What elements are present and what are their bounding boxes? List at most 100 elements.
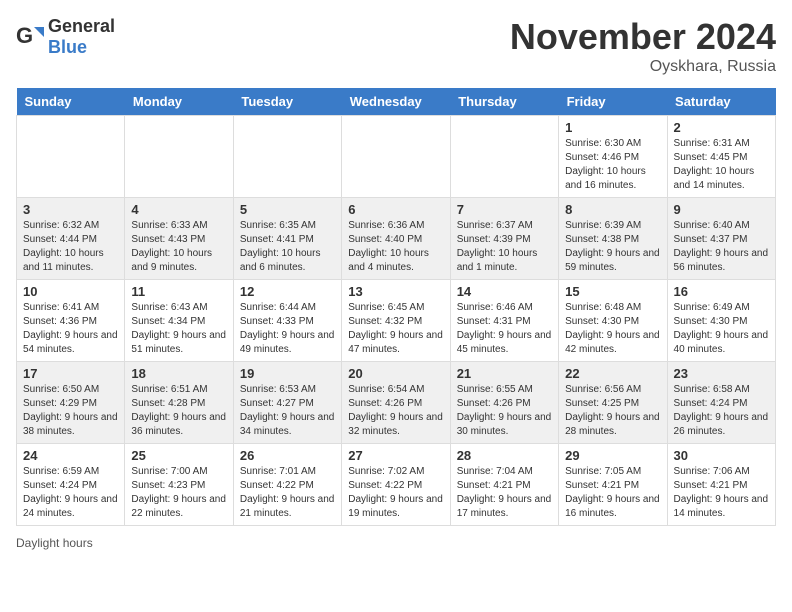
day-info: Sunrise: 6:39 AM Sunset: 4:38 PM Dayligh…: [565, 219, 660, 275]
calendar-cell: 4Sunrise: 6:33 AM Sunset: 4:43 PM Daylig…: [125, 198, 233, 280]
calendar-cell: 24Sunrise: 6:59 AM Sunset: 4:24 PM Dayli…: [17, 444, 125, 526]
svg-text:G: G: [16, 23, 33, 48]
day-number: 18: [131, 366, 226, 381]
calendar-cell: 29 Sunrise: 7:05 AM Sunset: 4:21 PM Dayli…: [559, 444, 667, 526]
day-info: Sunrise: 6:50 AM Sunset: 4:29 PM Dayligh…: [23, 383, 118, 439]
day-number: 29: [565, 448, 660, 463]
calendar-cell: 15 Sunrise: 6:48 AM Sunset: 4:30 PM Dayli…: [559, 280, 667, 362]
calendar-cell: 3Sunrise: 6:32 AM Sunset: 4:44 PM Daylig…: [17, 198, 125, 280]
day-info: Sunrise: 6:53 AM Sunset: 4:27 PM Dayligh…: [240, 383, 335, 439]
calendar-cell: 14 Sunrise: 6:46 AM Sunset: 4:31 PM Dayli…: [450, 280, 558, 362]
day-number: 25: [131, 448, 226, 463]
day-info: Sunrise: 6:37 AM Sunset: 4:39 PM Dayligh…: [457, 219, 552, 275]
day-number: 30: [674, 448, 769, 463]
day-number: 11: [131, 284, 226, 299]
day-number: 14: [457, 284, 552, 299]
day-number: 22: [565, 366, 660, 381]
calendar-cell: 7 Sunrise: 6:37 AM Sunset: 4:39 PM Daylig…: [450, 198, 558, 280]
calendar-cell: 1 Sunrise: 6:30 AM Sunset: 4:46 PM Daylig…: [559, 116, 667, 198]
day-info: Sunrise: 6:56 AM Sunset: 4:25 PM Dayligh…: [565, 383, 660, 439]
day-number: 9: [674, 202, 769, 217]
day-info: Sunrise: 6:54 AM Sunset: 4:26 PM Dayligh…: [348, 383, 443, 439]
calendar-cell: 19 Sunrise: 6:53 AM Sunset: 4:27 PM Dayli…: [233, 362, 341, 444]
calendar-week-row: 3Sunrise: 6:32 AM Sunset: 4:44 PM Daylig…: [17, 198, 776, 280]
day-number: 15: [565, 284, 660, 299]
day-number: 6: [348, 202, 443, 217]
day-number: 17: [23, 366, 118, 381]
calendar-day-header: Thursday: [450, 88, 558, 116]
day-info: Sunrise: 6:44 AM Sunset: 4:33 PM Dayligh…: [240, 301, 335, 357]
calendar-cell: 16Sunrise: 6:49 AM Sunset: 4:30 PM Dayli…: [667, 280, 775, 362]
calendar-cell: 22 Sunrise: 6:56 AM Sunset: 4:25 PM Dayli…: [559, 362, 667, 444]
calendar-week-row: 1 Sunrise: 6:30 AM Sunset: 4:46 PM Daylig…: [17, 116, 776, 198]
calendar-cell: 12 Sunrise: 6:44 AM Sunset: 4:33 PM Dayli…: [233, 280, 341, 362]
day-info: Sunrise: 7:00 AM Sunset: 4:23 PM Dayligh…: [131, 465, 226, 521]
header: G General Blue November 2024 Oyskhara, R…: [16, 16, 776, 76]
calendar-cell: 20 Sunrise: 6:54 AM Sunset: 4:26 PM Dayli…: [342, 362, 450, 444]
day-number: 13: [348, 284, 443, 299]
calendar-week-row: 10 Sunrise: 6:41 AM Sunset: 4:36 PM Dayli…: [17, 280, 776, 362]
day-info: Sunrise: 6:58 AM Sunset: 4:24 PM Dayligh…: [674, 383, 769, 439]
day-info: Sunrise: 6:48 AM Sunset: 4:30 PM Dayligh…: [565, 301, 660, 357]
calendar-cell: 13 Sunrise: 6:45 AM Sunset: 4:32 PM Dayli…: [342, 280, 450, 362]
day-number: 3: [23, 202, 118, 217]
calendar-week-row: 17 Sunrise: 6:50 AM Sunset: 4:29 PM Dayli…: [17, 362, 776, 444]
daylight-footer: Daylight hours: [16, 536, 776, 550]
calendar-cell: 11 Sunrise: 6:43 AM Sunset: 4:34 PM Dayli…: [125, 280, 233, 362]
title-area: November 2024 Oyskhara, Russia: [510, 16, 776, 76]
day-info: Sunrise: 6:40 AM Sunset: 4:37 PM Dayligh…: [674, 219, 769, 275]
logo-general: General: [48, 16, 115, 36]
calendar-body: 1 Sunrise: 6:30 AM Sunset: 4:46 PM Daylig…: [17, 116, 776, 526]
day-number: 28: [457, 448, 552, 463]
calendar-day-header: Friday: [559, 88, 667, 116]
day-number: 20: [348, 366, 443, 381]
calendar-cell: 27 Sunrise: 7:02 AM Sunset: 4:22 PM Dayli…: [342, 444, 450, 526]
calendar-cell: 8 Sunrise: 6:39 AM Sunset: 4:38 PM Daylig…: [559, 198, 667, 280]
day-number: 8: [565, 202, 660, 217]
day-info: Sunrise: 6:59 AM Sunset: 4:24 PM Dayligh…: [23, 465, 118, 521]
calendar-cell: [17, 116, 125, 198]
calendar-cell: 6Sunrise: 6:36 AM Sunset: 4:40 PM Daylig…: [342, 198, 450, 280]
day-info: Sunrise: 6:30 AM Sunset: 4:46 PM Dayligh…: [565, 137, 660, 193]
calendar-cell: [342, 116, 450, 198]
location-title: Oyskhara, Russia: [510, 58, 776, 76]
day-info: Sunrise: 7:05 AM Sunset: 4:21 PM Dayligh…: [565, 465, 660, 521]
calendar-cell: 23Sunrise: 6:58 AM Sunset: 4:24 PM Dayli…: [667, 362, 775, 444]
calendar-table: SundayMondayTuesdayWednesdayThursdayFrid…: [16, 88, 776, 526]
day-number: 12: [240, 284, 335, 299]
calendar-cell: 10 Sunrise: 6:41 AM Sunset: 4:36 PM Dayli…: [17, 280, 125, 362]
logo-blue: Blue: [48, 37, 87, 57]
day-number: 10: [23, 284, 118, 299]
calendar-cell: 17 Sunrise: 6:50 AM Sunset: 4:29 PM Dayli…: [17, 362, 125, 444]
calendar-cell: 2Sunrise: 6:31 AM Sunset: 4:45 PM Daylig…: [667, 116, 775, 198]
day-info: Sunrise: 6:55 AM Sunset: 4:26 PM Dayligh…: [457, 383, 552, 439]
day-info: Sunrise: 6:33 AM Sunset: 4:43 PM Dayligh…: [131, 219, 226, 275]
day-info: Sunrise: 7:01 AM Sunset: 4:22 PM Dayligh…: [240, 465, 335, 521]
day-number: 26: [240, 448, 335, 463]
logo-icon: G: [16, 23, 44, 51]
calendar-day-header: Wednesday: [342, 88, 450, 116]
day-number: 7: [457, 202, 552, 217]
day-number: 19: [240, 366, 335, 381]
day-number: 1: [565, 120, 660, 135]
day-number: 5: [240, 202, 335, 217]
day-info: Sunrise: 6:49 AM Sunset: 4:30 PM Dayligh…: [674, 301, 769, 357]
day-info: Sunrise: 6:46 AM Sunset: 4:31 PM Dayligh…: [457, 301, 552, 357]
calendar-cell: 25 Sunrise: 7:00 AM Sunset: 4:23 PM Dayli…: [125, 444, 233, 526]
day-info: Sunrise: 6:51 AM Sunset: 4:28 PM Dayligh…: [131, 383, 226, 439]
month-title: November 2024: [510, 16, 776, 58]
day-info: Sunrise: 6:45 AM Sunset: 4:32 PM Dayligh…: [348, 301, 443, 357]
calendar-cell: 18 Sunrise: 6:51 AM Sunset: 4:28 PM Dayli…: [125, 362, 233, 444]
day-info: Sunrise: 6:43 AM Sunset: 4:34 PM Dayligh…: [131, 301, 226, 357]
calendar-cell: 9 Sunrise: 6:40 AM Sunset: 4:37 PM Daylig…: [667, 198, 775, 280]
calendar-cell: 30Sunrise: 7:06 AM Sunset: 4:21 PM Dayli…: [667, 444, 775, 526]
calendar-day-header: Monday: [125, 88, 233, 116]
day-number: 27: [348, 448, 443, 463]
calendar-cell: 26 Sunrise: 7:01 AM Sunset: 4:22 PM Dayli…: [233, 444, 341, 526]
day-info: Sunrise: 7:02 AM Sunset: 4:22 PM Dayligh…: [348, 465, 443, 521]
calendar-cell: [125, 116, 233, 198]
calendar-header-row: SundayMondayTuesdayWednesdayThursdayFrid…: [17, 88, 776, 116]
calendar-cell: 28Sunrise: 7:04 AM Sunset: 4:21 PM Dayli…: [450, 444, 558, 526]
calendar-day-header: Saturday: [667, 88, 775, 116]
day-info: Sunrise: 6:41 AM Sunset: 4:36 PM Dayligh…: [23, 301, 118, 357]
